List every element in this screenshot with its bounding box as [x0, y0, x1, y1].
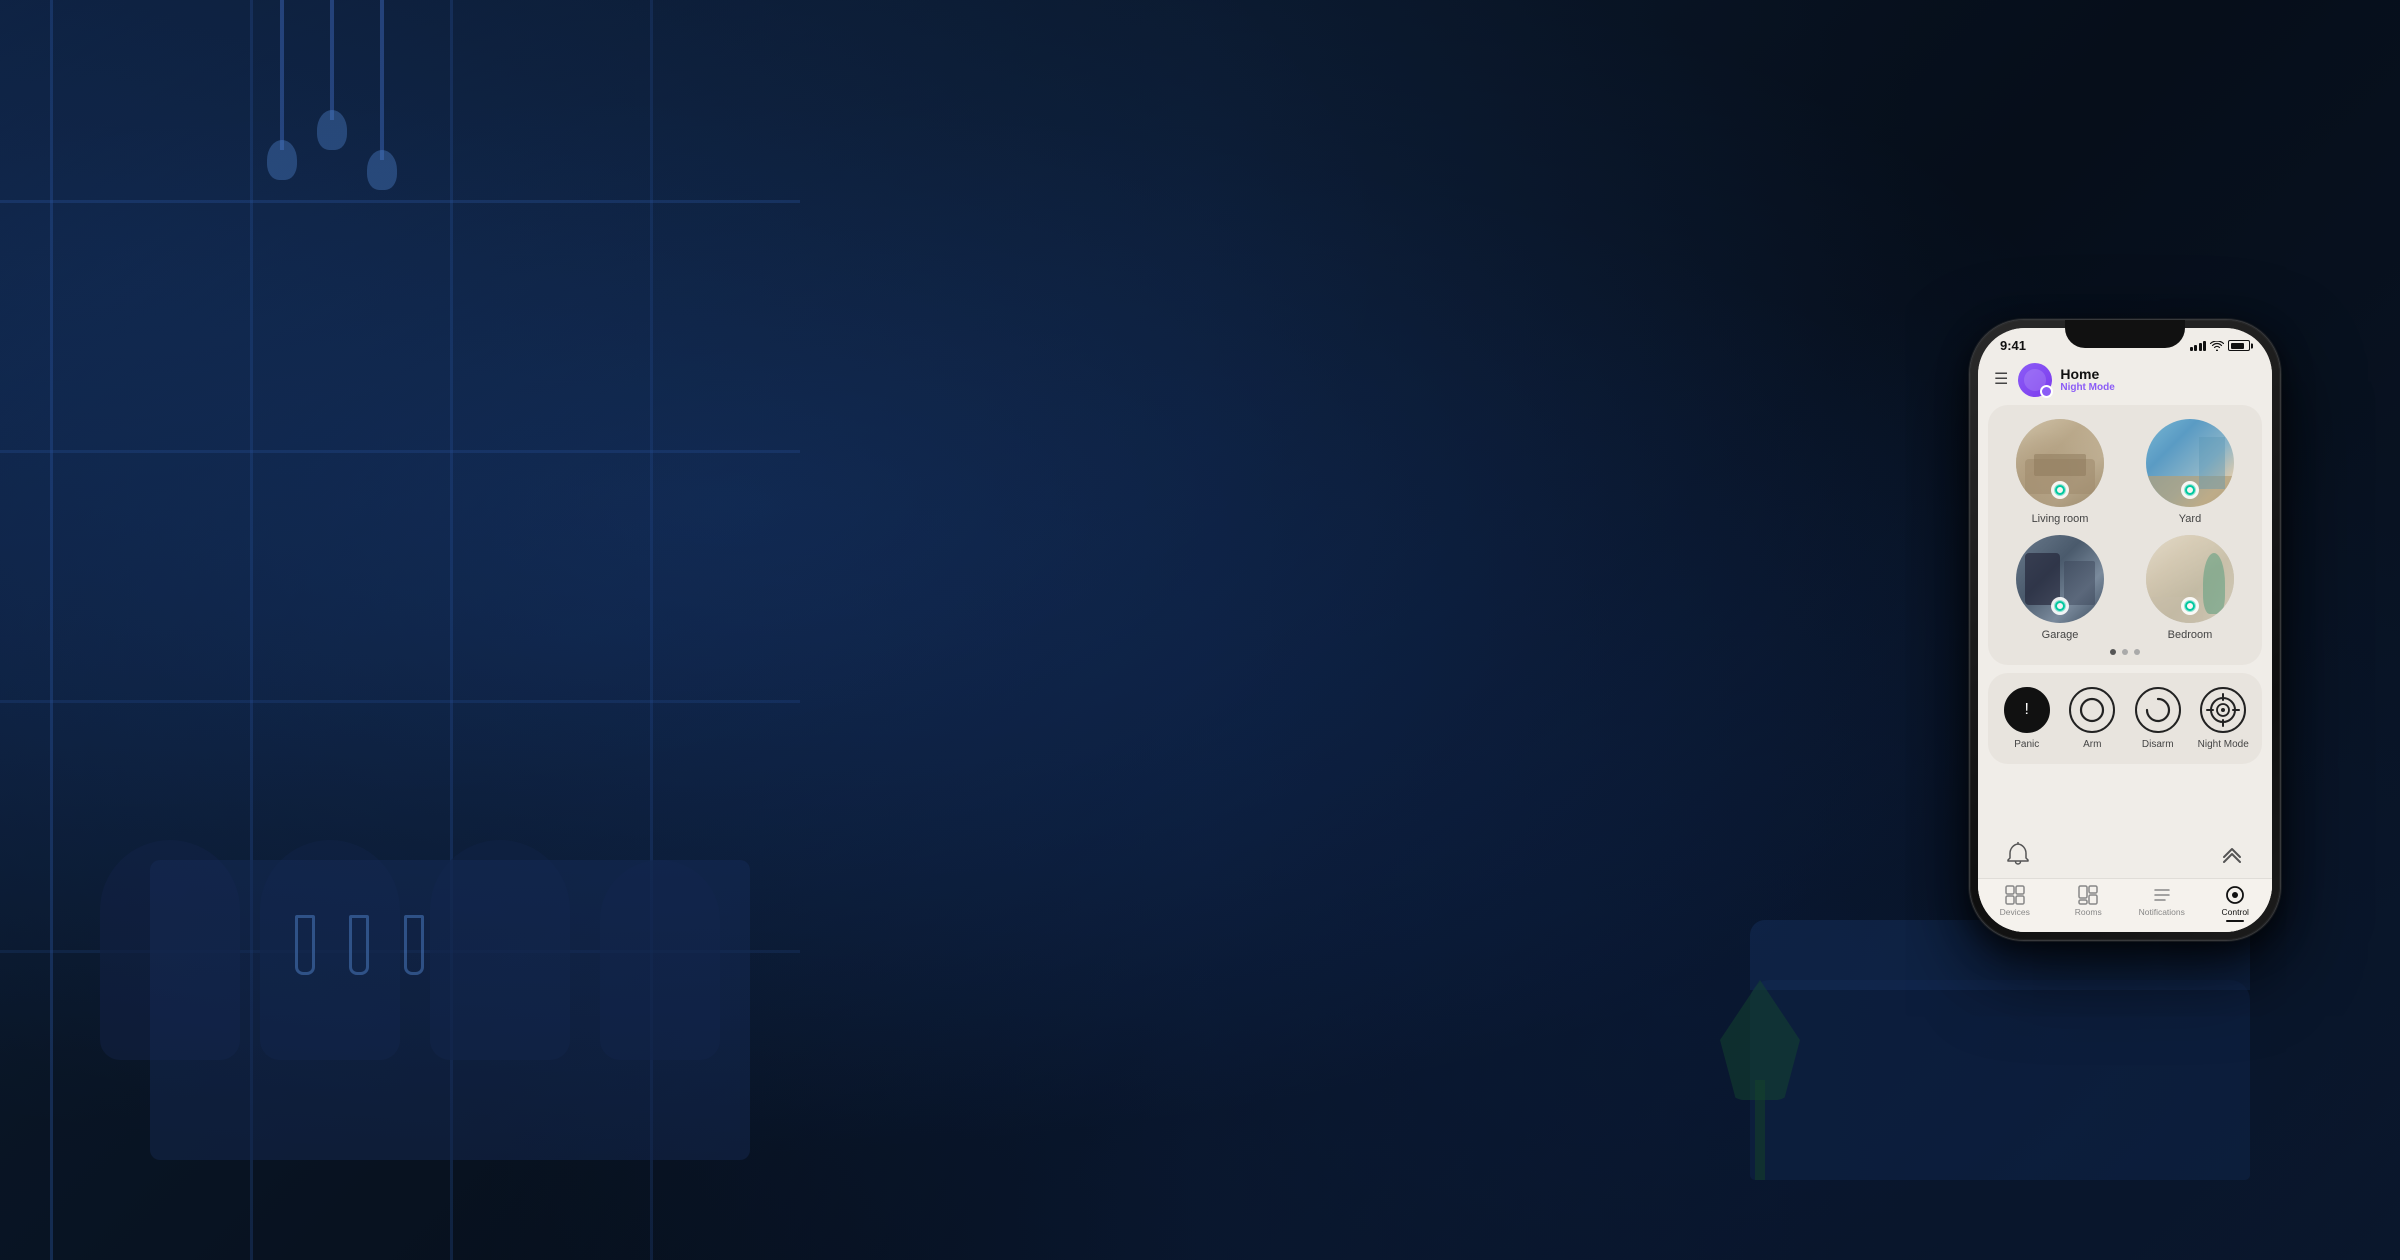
- control-tab-icon: [2225, 885, 2245, 905]
- phone-device: 9:41: [1970, 320, 2280, 940]
- up-arrow-button[interactable]: [2212, 834, 2252, 874]
- room-circle-living: [2016, 419, 2104, 507]
- room-indicator-garage: [2051, 597, 2069, 615]
- arm-icon: [2069, 687, 2115, 733]
- room-indicator-living: [2051, 481, 2069, 499]
- panic-icon: !: [2004, 687, 2050, 733]
- arm-svg: [2079, 697, 2105, 723]
- phone-shell: 9:41: [1970, 320, 2280, 940]
- tab-active-indicator: [2226, 920, 2244, 923]
- status-icons: [2190, 340, 2251, 351]
- disarm-svg: [2145, 697, 2171, 723]
- tab-control-label: Control: [2222, 907, 2249, 917]
- room-indicator-yard: [2181, 481, 2199, 499]
- disarm-button[interactable]: Disarm: [2127, 687, 2189, 750]
- app-header: ☰ Home Night Mode: [1978, 357, 2272, 405]
- room-label-yard: Yard: [2179, 513, 2201, 525]
- header-text: Home Night Mode: [2060, 366, 2114, 395]
- bell-button[interactable]: [1998, 834, 2038, 874]
- room-label-bedroom: Bedroom: [2168, 629, 2213, 641]
- phone-screen: 9:41: [1978, 328, 2272, 932]
- nightmode-icon: [2200, 687, 2246, 733]
- room-living-room[interactable]: Living room: [2000, 419, 2120, 525]
- battery-icon: [2228, 340, 2250, 351]
- security-buttons: ! Panic Arm: [1996, 687, 2254, 750]
- panic-button[interactable]: ! Panic: [1996, 687, 2058, 750]
- tab-bar: Devices Rooms: [1978, 878, 2272, 933]
- arm-button[interactable]: Arm: [2062, 687, 2124, 750]
- dining-table: [150, 860, 750, 1160]
- wifi-icon: [2210, 341, 2224, 351]
- nightmode-svg: [2207, 694, 2239, 726]
- sofa: [1750, 980, 2250, 1180]
- bottom-area: Devices Rooms: [1978, 764, 2272, 932]
- nightmode-label: Night Mode: [2198, 739, 2249, 750]
- devices-tab-icon: [2005, 885, 2025, 905]
- up-arrow-icon: [2221, 845, 2243, 863]
- pagination-dot-2[interactable]: [2122, 649, 2128, 655]
- room-circle-bedroom: [2146, 535, 2234, 623]
- disarm-label: Disarm: [2142, 739, 2174, 750]
- arrow-area: [1978, 826, 2272, 878]
- bell-icon: [2007, 842, 2029, 866]
- menu-icon[interactable]: ☰: [1994, 372, 2008, 388]
- pagination-dot-1[interactable]: [2110, 649, 2116, 655]
- glasses-area: [280, 915, 439, 980]
- nightmode-button[interactable]: Night Mode: [2193, 687, 2255, 750]
- rooms-card: Living room Yard: [1988, 405, 2262, 665]
- tab-notifications-label: Notifications: [2139, 907, 2185, 917]
- room-label-living: Living room: [2032, 513, 2089, 525]
- header-center: Home Night Mode: [2018, 363, 2256, 397]
- tab-devices[interactable]: Devices: [1978, 885, 2052, 923]
- tab-devices-label: Devices: [2000, 907, 2030, 917]
- rooms-tab-icon: [2078, 885, 2098, 905]
- header-title: Home: [2060, 366, 2114, 383]
- notch: [2065, 320, 2185, 348]
- arm-label: Arm: [2083, 739, 2101, 750]
- pagination-dot-3[interactable]: [2134, 649, 2140, 655]
- panic-symbol: !: [2025, 702, 2029, 718]
- rooms-grid: Living room Yard: [2000, 419, 2250, 641]
- room-circle-garage: [2016, 535, 2104, 623]
- avatar: [2018, 363, 2052, 397]
- plant: [1720, 980, 1800, 1180]
- room-yard[interactable]: Yard: [2130, 419, 2250, 525]
- header-subtitle: Night Mode: [2060, 382, 2114, 394]
- tab-rooms-label: Rooms: [2075, 907, 2102, 917]
- tab-notifications[interactable]: Notifications: [2125, 885, 2199, 923]
- room-bedroom[interactable]: Bedroom: [2130, 535, 2250, 641]
- room-garage[interactable]: Garage: [2000, 535, 2120, 641]
- signal-icon: [2190, 341, 2207, 351]
- room-label-garage: Garage: [2042, 629, 2079, 641]
- room-indicator-bedroom: [2181, 597, 2199, 615]
- status-time: 9:41: [2000, 338, 2026, 353]
- security-panel: ! Panic Arm: [1988, 673, 2262, 764]
- tab-rooms[interactable]: Rooms: [2052, 885, 2126, 923]
- tab-control[interactable]: Control: [2199, 885, 2273, 923]
- panic-label: Panic: [2014, 739, 2039, 750]
- pagination-dots: [2000, 649, 2250, 655]
- room-circle-yard: [2146, 419, 2234, 507]
- disarm-icon: [2135, 687, 2181, 733]
- notifications-tab-icon: [2152, 885, 2172, 905]
